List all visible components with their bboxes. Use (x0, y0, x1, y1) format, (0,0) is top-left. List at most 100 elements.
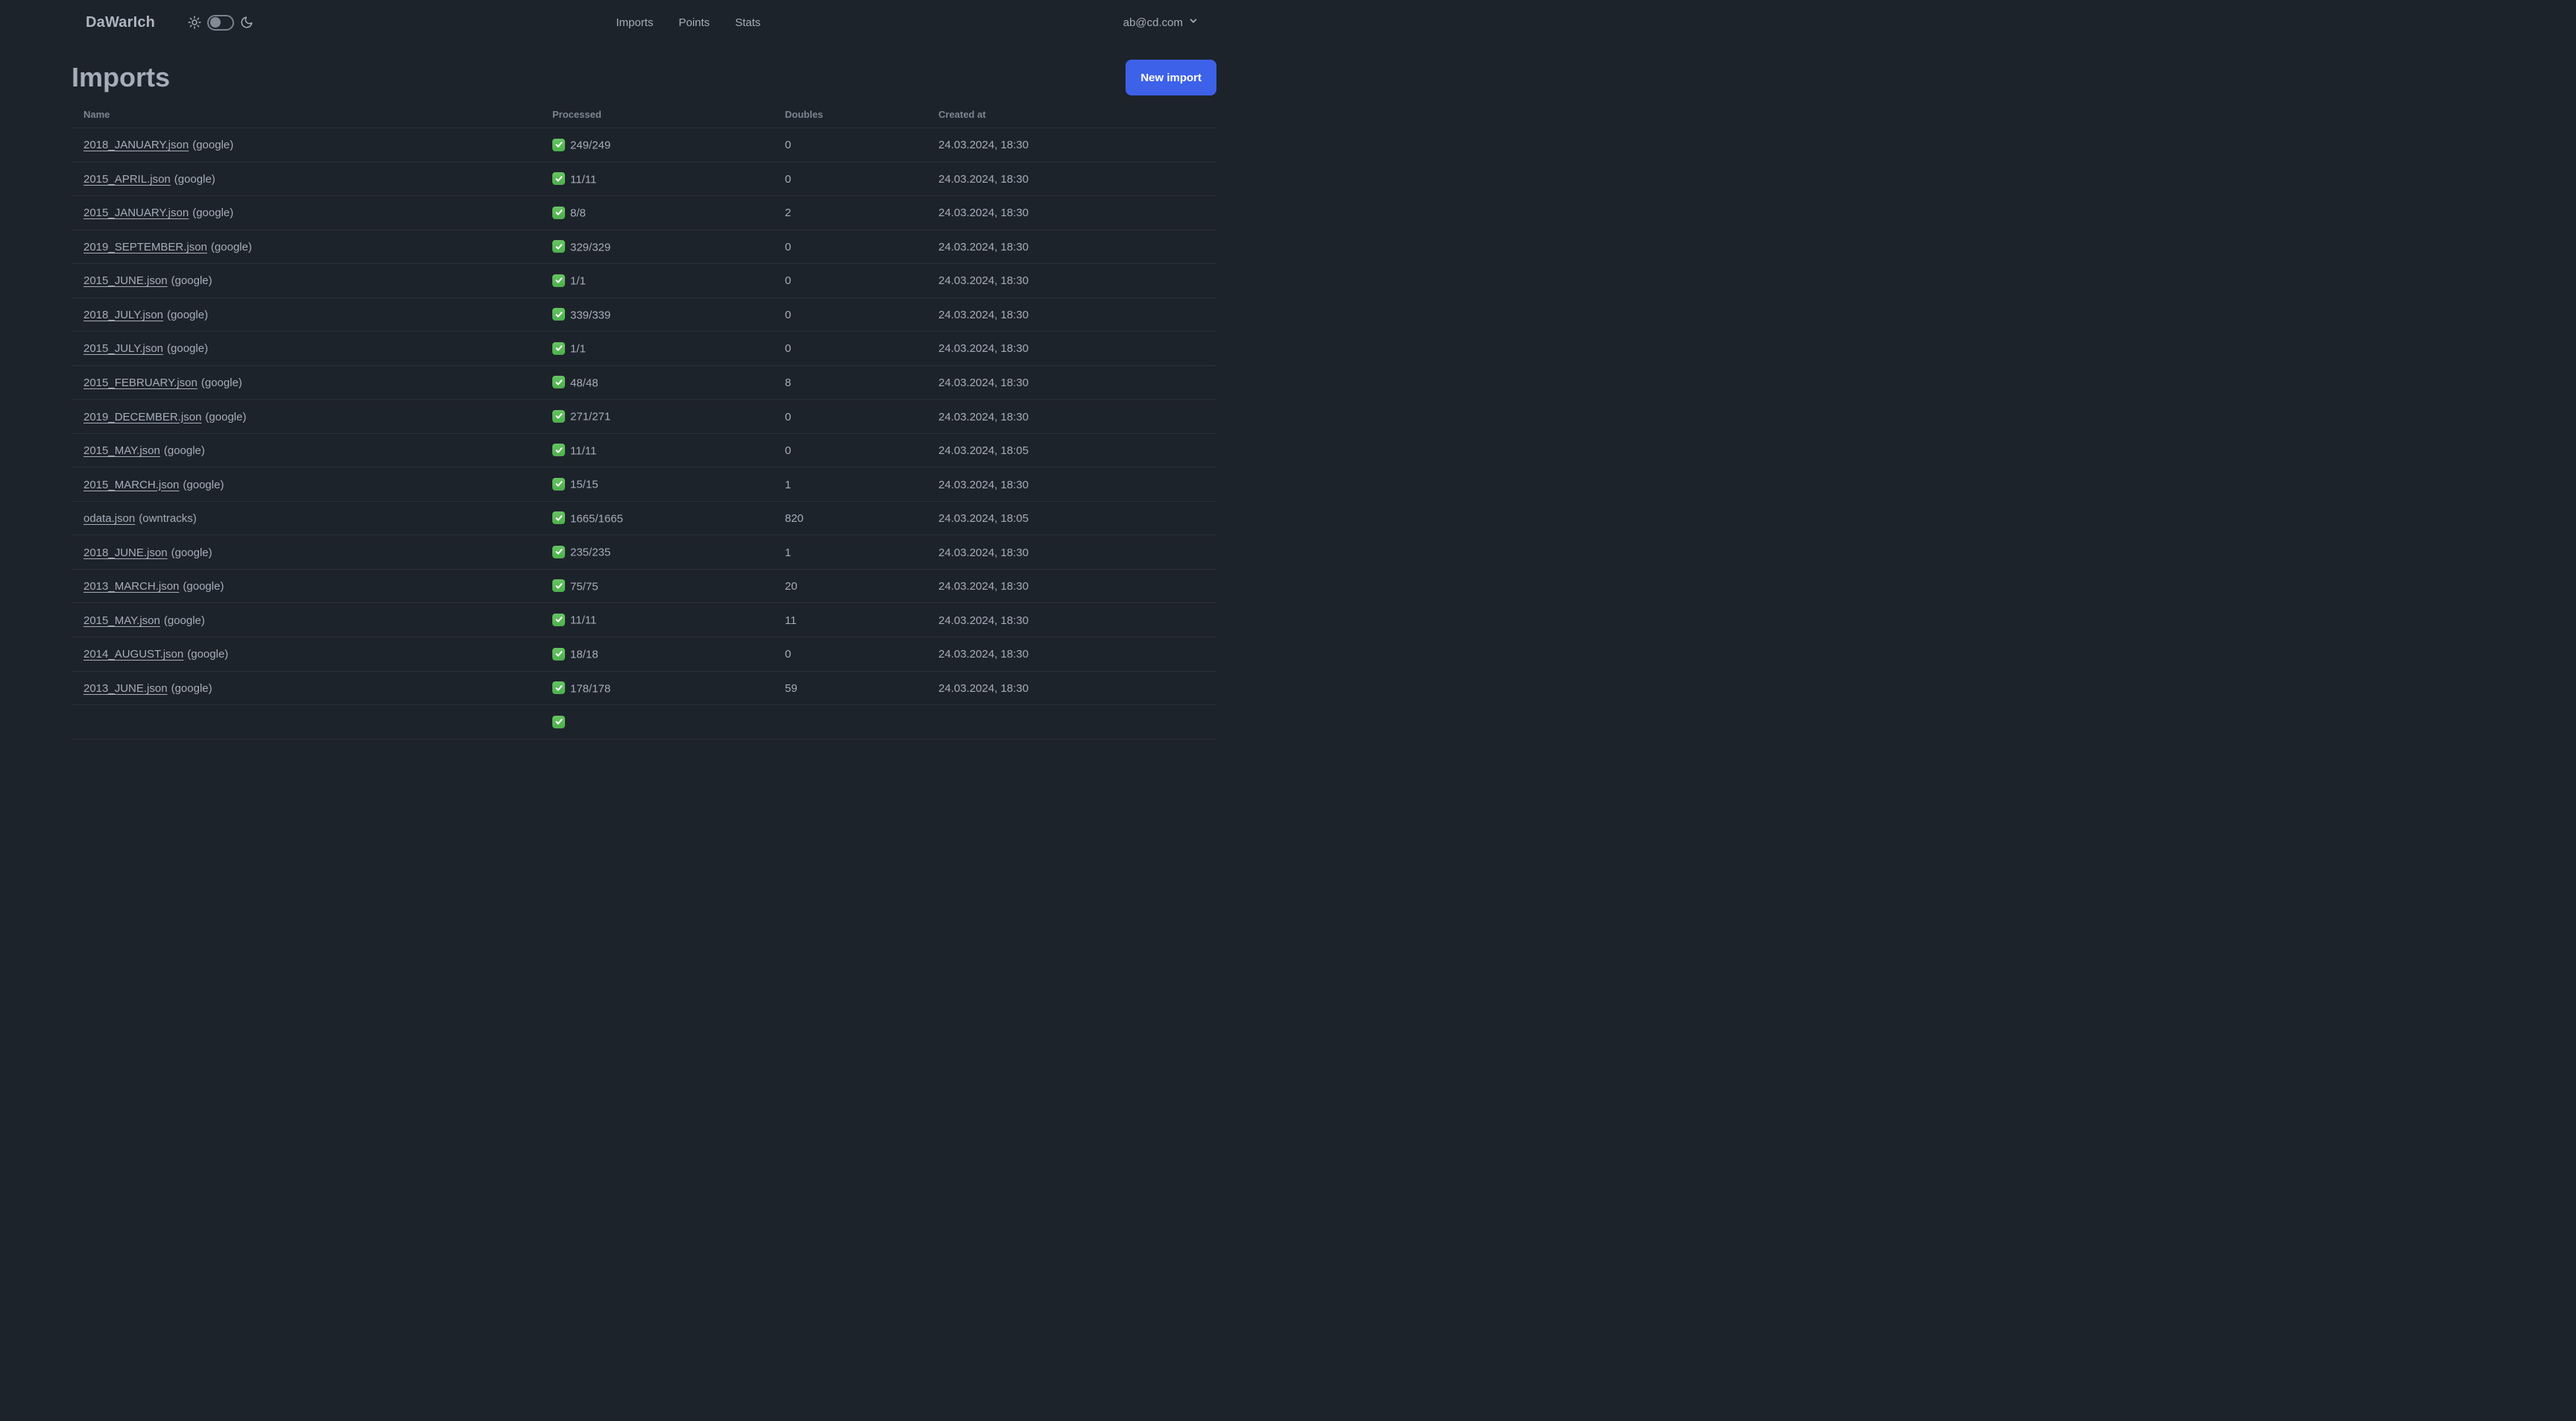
processed-cell: 11/11 (540, 162, 773, 197)
success-check-icon (552, 341, 565, 355)
import-source-label: (google) (210, 240, 252, 253)
nav-link-imports[interactable]: Imports (616, 16, 653, 29)
name-cell: 2015_MAY.json (google) (72, 433, 540, 468)
import-file-link[interactable]: 2015_MAY.json (83, 444, 160, 457)
created-at-cell: 24.03.2024, 18:30 (926, 365, 1216, 400)
processed-count: 235/235 (570, 546, 611, 559)
theme-toggle-switch[interactable] (207, 14, 235, 31)
processed-count: 329/329 (570, 241, 611, 254)
success-check-icon (552, 579, 565, 593)
import-file-link[interactable]: 2014_AUGUST.json (83, 648, 183, 661)
name-cell: 2018_JULY.json (google) (72, 297, 540, 333)
name-cell: 2015_APRIL.json (google) (72, 162, 540, 197)
import-file-link[interactable]: 2015_APRIL.json (83, 173, 171, 186)
moon-icon (240, 16, 253, 29)
name-cell: 2013_MARCH.json (google) (72, 569, 540, 604)
doubles-cell: 2 (773, 195, 926, 230)
import-file-link[interactable]: 2013_MARCH.json (83, 580, 179, 593)
processed-count: 15/15 (570, 478, 599, 491)
name-cell: 2015_MAY.json (google) (72, 602, 540, 637)
success-check-icon (552, 308, 565, 321)
chevron-down-icon (1188, 16, 1199, 30)
import-file-link[interactable]: 2015_JULY.json (83, 342, 163, 355)
import-file-link[interactable]: 2015_MARCH.json (83, 479, 179, 491)
import-file-link[interactable]: 2015_FEBRUARY.json (83, 376, 198, 389)
processed-cell: 235/235 (540, 535, 773, 570)
processed-cell: 178/178 (540, 671, 773, 706)
app-logo[interactable]: DaWarIch (86, 14, 155, 31)
nav-link-points[interactable]: Points (678, 16, 710, 29)
created-at-cell: 24.03.2024, 18:30 (926, 230, 1216, 265)
success-check-icon (552, 172, 565, 186)
processed-cell: 75/75 (540, 569, 773, 604)
success-check-icon (552, 715, 565, 728)
table-row: odata.json (owntracks) 1665/1665 820 24.0… (72, 501, 1216, 536)
success-check-icon (552, 511, 565, 525)
name-cell: 2013_JUNE.json (google) (72, 671, 540, 706)
table-row: 2018_JUNE.json (google) 235/235 1 24.03.2… (72, 535, 1216, 570)
created-at-cell: 24.03.2024, 18:30 (926, 602, 1216, 637)
import-source-label: (owntracks) (139, 512, 197, 526)
doubles-cell: 1 (773, 535, 926, 570)
main-content: Imports New import Name Processed Double… (72, 60, 1216, 740)
doubles-cell: 0 (773, 331, 926, 366)
success-check-icon (552, 647, 565, 661)
processed-cell: 48/48 (540, 365, 773, 400)
doubles-cell: 8 (773, 365, 926, 400)
import-file-link[interactable]: 2019_SEPTEMBER.json (83, 241, 207, 253)
processed-count: 8/8 (570, 207, 586, 220)
success-check-icon (552, 613, 565, 626)
doubles-cell: 0 (773, 162, 926, 197)
import-file-link[interactable]: 2015_JUNE.json (83, 274, 168, 287)
import-file-link[interactable]: odata.json (83, 512, 135, 525)
created-at-cell: 24.03.2024, 18:05 (926, 433, 1216, 468)
import-file-link[interactable]: 2018_JUNE.json (83, 546, 168, 559)
import-file-link[interactable]: 2013_JUNE.json (83, 682, 168, 695)
success-check-icon (552, 138, 565, 151)
navbar: DaWarIch Imports Points Stats ab@cd.com (0, 0, 1288, 45)
import-file-link[interactable]: 2015_MAY.json (83, 614, 160, 627)
table-row: 2015_MAY.json (google) 11/11 0 24.03.2024… (72, 433, 1216, 468)
new-import-button[interactable]: New import (1126, 60, 1216, 95)
processed-cell: 8/8 (540, 195, 773, 230)
doubles-cell: 0 (773, 637, 926, 672)
name-cell: 2015_MARCH.json (google) (72, 467, 540, 502)
name-cell (72, 705, 540, 740)
import-file-link[interactable]: 2019_DECEMBER.json (83, 411, 201, 423)
created-at-cell: 24.03.2024, 18:30 (926, 535, 1216, 570)
table-row: 2015_APRIL.json (google) 11/11 0 24.03.20… (72, 162, 1216, 197)
table-row: 2014_AUGUST.json (google) 18/18 0 24.03.2… (72, 637, 1216, 672)
created-at-cell: 24.03.2024, 18:30 (926, 195, 1216, 230)
imports-table-body: 2018_JANUARY.json (google) 249/249 0 24.0… (72, 127, 1216, 740)
created-at-cell: 24.03.2024, 18:30 (926, 127, 1216, 163)
table-row: 2015_JANUARY.json (google) 8/8 2 24.03.20… (72, 195, 1216, 230)
doubles-cell: 59 (773, 671, 926, 706)
created-at-cell: 24.03.2024, 18:30 (926, 467, 1216, 502)
table-row: 2015_MAY.json (google) 11/11 11 24.03.202… (72, 602, 1216, 637)
success-check-icon (552, 240, 565, 253)
processed-count: 1665/1665 (570, 512, 623, 526)
processed-cell: 271/271 (540, 399, 773, 434)
nav-link-stats[interactable]: Stats (735, 16, 760, 29)
table-row: 2013_MARCH.json (google) 75/75 20 24.03.2… (72, 569, 1216, 604)
table-row: 2015_JULY.json (google) 1/1 0 24.03.2024,… (72, 331, 1216, 366)
toggle-knob (210, 17, 221, 28)
name-cell: 2014_AUGUST.json (google) (72, 637, 540, 672)
name-cell: 2015_JANUARY.json (google) (72, 195, 540, 230)
created-at-cell: 24.03.2024, 18:30 (926, 399, 1216, 434)
processed-count: 11/11 (570, 444, 597, 458)
processed-cell: 1/1 (540, 331, 773, 366)
processed-count: 1/1 (570, 274, 586, 288)
account-menu[interactable]: ab@cd.com (1123, 16, 1199, 30)
name-cell: 2019_SEPTEMBER.json (google) (72, 230, 540, 265)
import-file-link[interactable]: 2015_JANUARY.json (83, 207, 189, 219)
processed-count: 1/1 (570, 342, 586, 356)
import-file-link[interactable]: 2018_JULY.json (83, 309, 163, 321)
name-cell: 2019_DECEMBER.json (google) (72, 399, 540, 434)
column-header-name: Name (72, 103, 540, 128)
import-file-link[interactable]: 2018_JANUARY.json (83, 139, 189, 151)
import-source-label: (google) (183, 478, 224, 491)
navbar-links: Imports Points Stats (253, 16, 1123, 29)
processed-count: 11/11 (570, 173, 597, 186)
processed-cell: 15/15 (540, 467, 773, 502)
